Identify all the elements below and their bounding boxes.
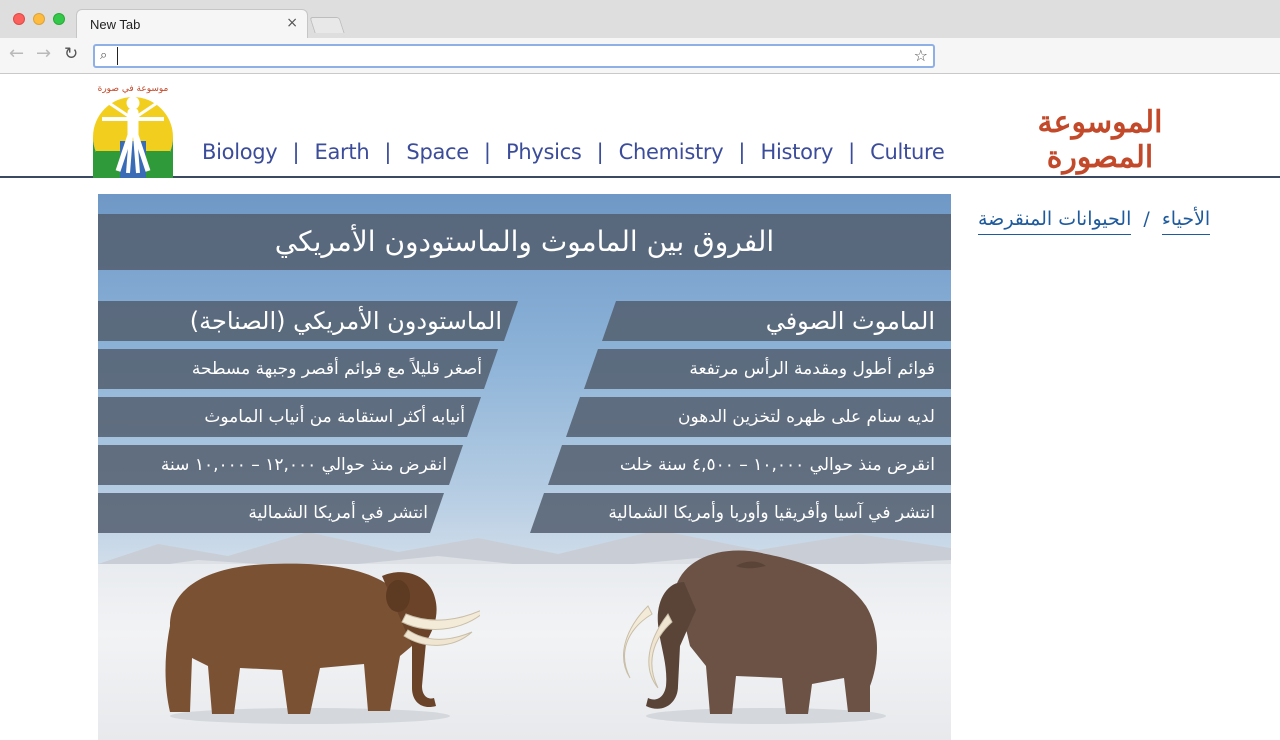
mammoth-fact: لديه سنام على ظهره لتخزين الدهون bbox=[566, 397, 951, 437]
mastodon-fact: أصغر قليلاً مع قوائم أقصر وجبهة مسطحة bbox=[98, 349, 498, 389]
address-input[interactable] bbox=[117, 47, 898, 65]
breadcrumb-biology[interactable]: الأحياء bbox=[1161, 208, 1211, 235]
breadcrumb-extinct-animals[interactable]: الحيوانات المنقرضة bbox=[978, 208, 1132, 235]
nav-separator: | bbox=[384, 140, 392, 164]
forward-arrow-icon[interactable]: → bbox=[36, 44, 51, 64]
woolly-mammoth-illustration bbox=[623, 550, 886, 724]
nav-separator: | bbox=[738, 140, 746, 164]
back-arrow-icon[interactable]: ← bbox=[9, 44, 24, 64]
nav-space[interactable]: Space bbox=[406, 140, 469, 164]
bookmark-star-icon[interactable]: ☆ bbox=[914, 46, 928, 65]
nav-culture[interactable]: Culture bbox=[870, 140, 945, 164]
reload-icon[interactable]: ↻ bbox=[64, 44, 78, 64]
browser-titlebar: New Tab × bbox=[0, 0, 1280, 39]
site-header: موسوعة في صورة Biology | Earth | Space |… bbox=[0, 75, 1280, 178]
mammoth-vs-mastodon-infographic: الفروق بين الماموث والماستودون الأمريكي … bbox=[98, 194, 951, 740]
search-icon: ⌕ bbox=[100, 48, 108, 63]
infographic-title: الفروق بين الماموث والماستودون الأمريكي bbox=[98, 214, 951, 270]
vitruvian-man-logo[interactable]: موسوعة في صورة bbox=[88, 79, 178, 178]
nav-physics[interactable]: Physics bbox=[506, 140, 582, 164]
nav-separator: | bbox=[292, 140, 300, 164]
top-navigation: Biology | Earth | Space | Physics | Chem… bbox=[202, 137, 945, 167]
mammoth-heading: الماموث الصوفي bbox=[602, 301, 951, 341]
nav-biology[interactable]: Biology bbox=[202, 140, 278, 164]
mastodon-illustration bbox=[165, 563, 480, 724]
nav-history[interactable]: History bbox=[760, 140, 833, 164]
breadcrumb-separator: / bbox=[1143, 208, 1150, 230]
zoom-window-button[interactable] bbox=[53, 13, 65, 25]
mastodon-fact: أنيابه أكثر استقامة من أنياب الماموث bbox=[98, 397, 481, 437]
close-window-button[interactable] bbox=[13, 13, 25, 25]
mammoth-fact: انقرض منذ حوالي ١٠,٠٠٠ – ٤,٥٠٠ سنة خلت bbox=[548, 445, 951, 485]
nav-chemistry[interactable]: Chemistry bbox=[619, 140, 724, 164]
minimize-window-button[interactable] bbox=[33, 13, 45, 25]
nav-earth[interactable]: Earth bbox=[315, 140, 370, 164]
new-tab-button[interactable] bbox=[309, 17, 345, 33]
tab-title: New Tab bbox=[90, 17, 141, 32]
mastodon-fact: انتشر في أمريكا الشمالية bbox=[98, 493, 444, 533]
mammoth-fact: قوائم أطول ومقدمة الرأس مرتفعة bbox=[584, 349, 951, 389]
nav-separator: | bbox=[483, 140, 491, 164]
nav-separator: | bbox=[848, 140, 856, 164]
browser-tab[interactable]: New Tab × bbox=[76, 9, 308, 39]
breadcrumb: الأحياء / الحيوانات المنقرضة bbox=[978, 208, 1234, 235]
nav-separator: | bbox=[596, 140, 604, 164]
mastodon-heading: الماستودون الأمريكي (الصناجة) bbox=[98, 301, 518, 341]
logo-text: موسوعة في صورة bbox=[98, 84, 169, 94]
browser-toolbar: ← → ↻ ⌕ ☆ bbox=[0, 38, 1280, 74]
mammoth-fact: انتشر في آسيا وأفريقيا وأوربا وأمريكا ال… bbox=[530, 493, 951, 533]
close-tab-icon[interactable]: × bbox=[286, 15, 298, 31]
mastodon-fact: انقرض منذ حوالي ١٢,٠٠٠ – ١٠,٠٠٠ سنة bbox=[98, 445, 463, 485]
site-title[interactable]: الموسوعة المصورة bbox=[985, 105, 1215, 175]
address-bar[interactable]: ⌕ ☆ bbox=[93, 44, 935, 68]
